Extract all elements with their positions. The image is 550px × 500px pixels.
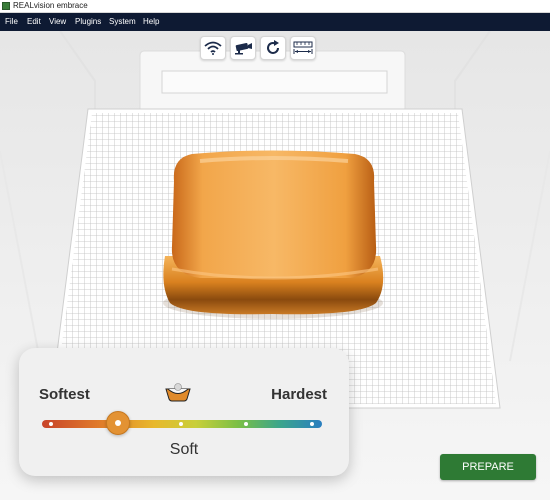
app-logo-icon [2, 2, 10, 10]
menu-bar: File Edit View Plugins System Help [0, 13, 550, 31]
menu-help[interactable]: Help [143, 13, 159, 31]
hardness-panel: Softest Hardest Soft [19, 348, 349, 476]
menu-file[interactable]: File [5, 13, 18, 31]
wifi-icon [204, 41, 222, 55]
hardness-value-label: Soft [169, 441, 199, 458]
measure-icon [293, 41, 313, 54]
hardness-slider-thumb[interactable] [106, 411, 130, 435]
slider-step-dot[interactable] [179, 422, 183, 426]
slider-step-dot[interactable] [310, 422, 314, 426]
rotate-icon [267, 40, 279, 54]
prepare-button[interactable]: PREPARE [440, 454, 536, 480]
title-bar: REALvision embrace [0, 0, 550, 13]
camera-button[interactable] [230, 36, 256, 60]
rotate-view-button[interactable] [260, 36, 286, 60]
camera-icon [235, 43, 252, 55]
window-title: REALvision embrace [13, 1, 88, 10]
menu-edit[interactable]: Edit [27, 13, 41, 31]
hardness-bowl-icon [165, 383, 191, 402]
wifi-button[interactable] [200, 36, 226, 60]
menu-system[interactable]: System [109, 13, 136, 31]
slider-step-dot[interactable] [244, 422, 248, 426]
menu-view[interactable]: View [49, 13, 66, 31]
hardest-label: Hardest [271, 386, 327, 403]
menu-plugins[interactable]: Plugins [75, 13, 101, 31]
softest-label: Softest [39, 386, 90, 403]
measure-button[interactable] [290, 36, 316, 60]
slider-step-dot[interactable] [49, 422, 53, 426]
